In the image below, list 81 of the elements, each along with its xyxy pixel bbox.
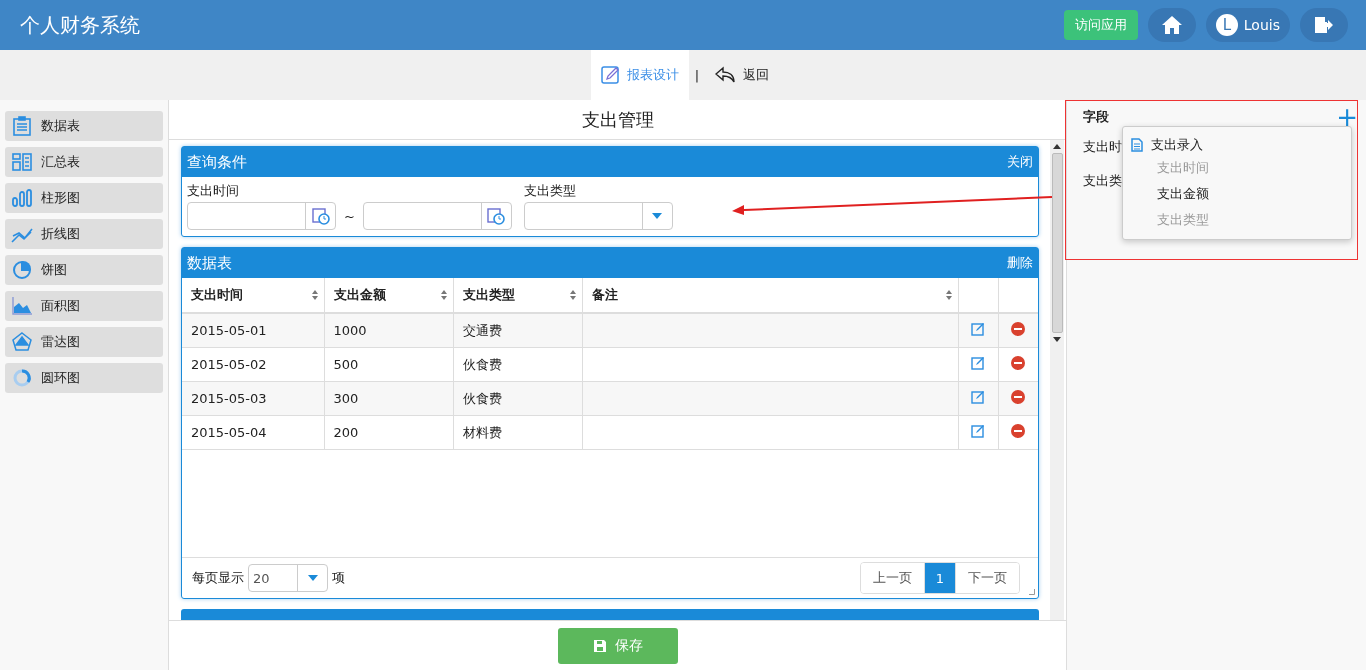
sidebar-item[interactable]: 折线图	[5, 219, 163, 249]
field-item[interactable]: 支出时	[1083, 138, 1122, 172]
sidebar-item[interactable]: 雷达图	[5, 327, 163, 357]
table-cell: 伙食费	[453, 381, 582, 416]
scroll-down-icon[interactable]	[1053, 337, 1061, 342]
pie-chart-icon	[11, 260, 33, 280]
range-separator: ~	[344, 208, 355, 224]
sidebar-item[interactable]: 数据表	[5, 111, 163, 141]
table-cell: 材料费	[453, 415, 582, 450]
pencil-icon	[600, 65, 621, 85]
user-avatar: L	[1215, 14, 1238, 36]
table-cell: 500	[324, 347, 453, 382]
sidebar-item[interactable]: 汇总表	[5, 147, 163, 177]
remove-icon[interactable]	[1011, 390, 1026, 404]
field-label: 支出类型	[523, 182, 577, 200]
close-link[interactable]: 关闭	[1007, 153, 1033, 171]
column-header[interactable]: 支出时间	[182, 278, 324, 313]
table-cell: 2015-05-04	[182, 415, 324, 450]
calendar-clock-icon	[487, 207, 506, 225]
table-cell: 2015-05-02	[182, 347, 324, 382]
reply-arrow-icon	[715, 66, 738, 84]
next-page-button[interactable]: 下一页	[955, 563, 1019, 593]
caret-down-icon	[651, 212, 664, 220]
popup-group-title: 支出录入	[1151, 136, 1203, 154]
toolbar-separator: |	[693, 66, 701, 85]
edit-icon[interactable]	[971, 356, 985, 370]
calendar-clock-icon	[311, 207, 330, 225]
page-size-label: 每页显示	[192, 569, 244, 587]
area-chart-icon	[11, 296, 33, 316]
popup-menu-item[interactable]: 支出金额	[1123, 181, 1243, 207]
toolbar-tab[interactable]: 返回	[705, 50, 780, 100]
document-icon	[1131, 138, 1143, 152]
resize-grip-icon	[1029, 589, 1035, 595]
sort-icon	[310, 289, 319, 301]
field-label: 支出时间	[187, 182, 240, 200]
sidebar-item[interactable]: 面积图	[5, 291, 163, 321]
page-number-button[interactable]: 1	[923, 563, 955, 593]
table-chart-icon	[11, 116, 33, 136]
date-field[interactable]	[362, 202, 512, 230]
table-cell: 200	[324, 415, 453, 450]
table-cell: 交通费	[453, 313, 582, 348]
user-button[interactable]: L Louis	[1205, 8, 1290, 42]
table-cell: 300	[324, 381, 453, 416]
table-cell: 2015-05-01	[182, 313, 324, 348]
toolbar-tab[interactable]: 报表设计	[590, 50, 689, 100]
remove-icon[interactable]	[1011, 356, 1026, 370]
date-field[interactable]	[187, 202, 336, 230]
logout-icon	[1314, 16, 1334, 34]
page-size-unit: 项	[332, 569, 345, 587]
remove-icon[interactable]	[1011, 424, 1026, 438]
delete-link[interactable]: 删除	[1007, 254, 1033, 272]
sidebar-item[interactable]: 柱形图	[5, 183, 163, 213]
sidebar-item[interactable]: 饼图	[5, 255, 163, 285]
logout-button[interactable]	[1300, 8, 1348, 42]
caret-down-icon	[306, 574, 319, 582]
donut-chart-icon	[11, 368, 33, 388]
table-cell: 2015-05-03	[182, 381, 324, 416]
edit-icon[interactable]	[971, 390, 985, 404]
edit-icon[interactable]	[971, 424, 985, 438]
scroll-up-icon[interactable]	[1053, 144, 1061, 149]
sort-icon	[568, 289, 577, 301]
edit-icon[interactable]	[971, 322, 985, 336]
sort-icon	[944, 289, 953, 301]
panel-title: 查询条件	[187, 152, 247, 172]
summary-chart-icon	[11, 152, 33, 172]
app-title: 个人财务系统	[20, 11, 140, 39]
radar-chart-icon	[11, 332, 33, 352]
table-cell: 1000	[324, 313, 453, 348]
sort-icon	[439, 289, 448, 301]
home-button[interactable]	[1147, 8, 1196, 42]
fields-title: 字段	[1083, 108, 1109, 126]
table-cell: 伙食费	[453, 347, 582, 382]
field-item[interactable]: 支出类	[1083, 172, 1122, 206]
remove-icon[interactable]	[1011, 322, 1026, 336]
scrollbar[interactable]	[1050, 140, 1064, 620]
bar-chart-icon	[11, 188, 33, 208]
sidebar-item[interactable]: 圆环图	[5, 363, 163, 393]
home-icon	[1160, 15, 1183, 35]
page-title: 支出管理	[169, 100, 1066, 140]
panel-title: 数据表	[187, 253, 232, 273]
page-size-dropdown[interactable]: 20	[248, 564, 328, 592]
